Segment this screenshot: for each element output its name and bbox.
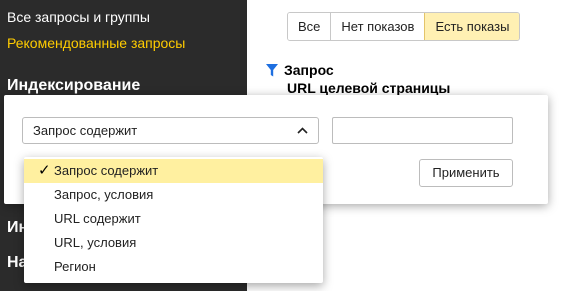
condition-select[interactable]: Запрос содержит <box>22 117 319 144</box>
sidebar-item-all-queries[interactable]: Все запросы и группы <box>7 9 150 25</box>
view-toggle: Все Нет показов Есть показы <box>287 12 521 41</box>
sidebar-item-recommended-queries[interactable]: Рекомендованные запросы <box>7 35 185 51</box>
filter-icon <box>266 63 278 76</box>
condition-dropdown: ✓ Запрос содержит Запрос, условия URL со… <box>24 157 323 283</box>
toggle-all[interactable]: Все <box>288 13 331 40</box>
toggle-has-impressions[interactable]: Есть показы <box>424 13 520 40</box>
apply-button[interactable]: Применить <box>419 159 513 187</box>
toggle-no-impressions[interactable]: Нет показов <box>330 13 425 40</box>
filter-header[interactable]: Запрос <box>266 62 334 78</box>
filter-value-input[interactable] <box>332 117 513 144</box>
dropdown-option-url-conditions[interactable]: URL, условия <box>24 231 323 255</box>
dropdown-option-label: Запрос, условия <box>54 187 154 202</box>
dropdown-option-url-contains[interactable]: URL содержит <box>24 207 323 231</box>
filter-subtitle: URL целевой страницы <box>287 80 451 96</box>
dropdown-option-label: URL, условия <box>54 235 137 250</box>
dropdown-option-label: Запрос содержит <box>54 163 159 178</box>
dropdown-option-label: Регион <box>54 259 96 274</box>
dropdown-option-region[interactable]: Регион <box>24 255 323 279</box>
condition-select-value: Запрос содержит <box>33 123 138 138</box>
filter-title: Запрос <box>284 62 334 78</box>
dropdown-option-query-contains[interactable]: ✓ Запрос содержит <box>24 159 323 183</box>
check-icon: ✓ <box>38 162 51 179</box>
dropdown-option-query-conditions[interactable]: Запрос, условия <box>24 183 323 207</box>
sidebar-section-indexing[interactable]: Индексирование <box>7 77 140 95</box>
chevron-up-icon <box>297 127 308 134</box>
dropdown-option-label: URL содержит <box>54 211 141 226</box>
